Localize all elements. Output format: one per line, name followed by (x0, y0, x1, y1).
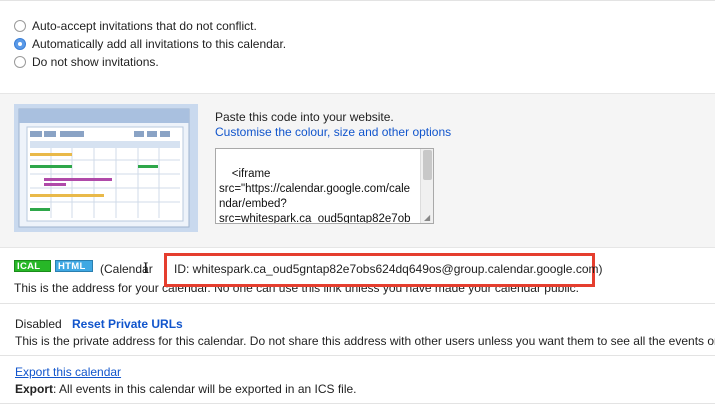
section-divider (0, 303, 715, 304)
private-address-note: This is the private address for this cal… (15, 334, 715, 348)
radio-label: Automatically add all invitations to thi… (32, 37, 287, 51)
radio-label: Do not show invitations. (32, 55, 159, 69)
radio-auto-accept[interactable]: Auto-accept invitations that do not conf… (14, 18, 257, 34)
top-divider (0, 0, 715, 1)
radio-button[interactable] (14, 20, 26, 32)
calendar-preview-image (14, 104, 198, 232)
reset-private-urls-link[interactable]: Reset Private URLs (72, 317, 183, 331)
calendar-id-value: ID: whitespark.ca_oud5gntap82e7obs624dq6… (174, 262, 603, 276)
paste-code-instruction: Paste this code into your website. (215, 110, 394, 124)
section-divider (0, 403, 715, 404)
embed-section: Paste this code into your website. Custo… (0, 93, 715, 248)
html-badge-button[interactable]: HTML (55, 260, 93, 272)
textarea-scrollbar[interactable] (420, 149, 433, 223)
text-cursor-icon: I (143, 261, 149, 277)
resize-handle-icon[interactable]: ◢ (424, 214, 432, 222)
export-note: Export: All events in this calendar will… (15, 382, 357, 396)
customise-options-link[interactable]: Customise the colour, size and other opt… (215, 125, 451, 139)
radio-do-not-show[interactable]: Do not show invitations. (14, 54, 159, 70)
radio-button[interactable] (14, 56, 26, 68)
private-address-status: Disabled (15, 317, 62, 331)
ical-badge-button[interactable]: ICAL (14, 260, 51, 272)
embed-code-text: <iframe src="https://calendar.google.com… (219, 168, 411, 224)
radio-button-selected[interactable] (14, 38, 26, 50)
export-label: Export (15, 382, 54, 396)
export-note-text: : All events in this calendar will be ex… (53, 382, 357, 396)
section-divider (0, 355, 715, 356)
radio-auto-add[interactable]: Automatically add all invitations to thi… (14, 36, 286, 52)
scrollbar-thumb[interactable] (423, 150, 432, 180)
export-calendar-link[interactable]: Export this calendar (15, 365, 121, 379)
radio-label: Auto-accept invitations that do not conf… (32, 19, 257, 33)
embed-code-textarea[interactable]: <iframe src="https://calendar.google.com… (215, 148, 434, 224)
